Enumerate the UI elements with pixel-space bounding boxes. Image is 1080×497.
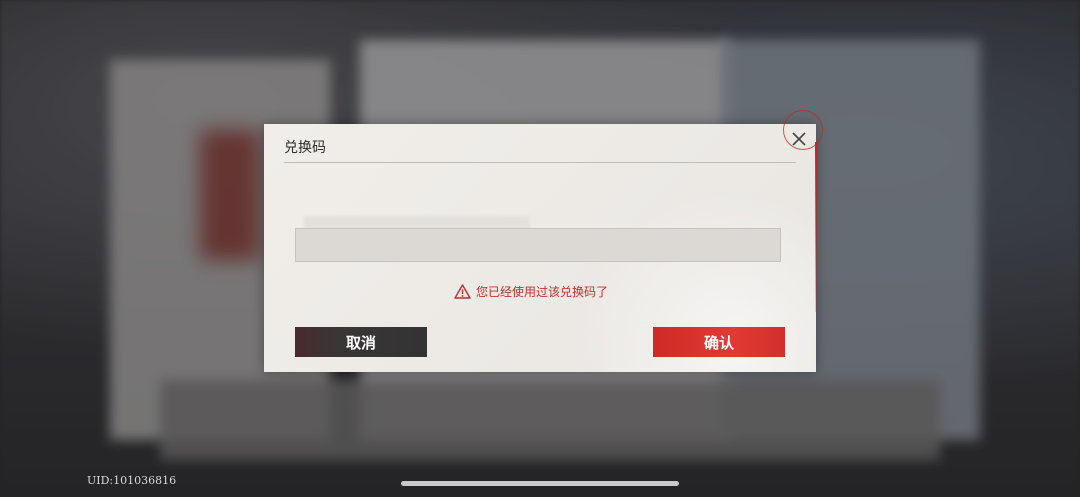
cancel-button-label: 取消 <box>345 333 376 352</box>
title-divider <box>284 162 796 163</box>
game-screen: 兑换码 您已经使用过该兑换码了 取消 确认 UID:101036816 <box>0 0 1080 497</box>
cancel-button[interactable]: 取消 <box>295 327 427 357</box>
close-button[interactable] <box>788 130 810 152</box>
confirm-button[interactable]: 确认 <box>653 327 785 357</box>
uid-label: UID:101036816 <box>87 474 177 487</box>
error-message: 您已经使用过该兑换码了 <box>454 282 608 300</box>
close-icon <box>791 131 807 151</box>
redeem-code-dialog: 兑换码 您已经使用过该兑换码了 取消 确认 <box>264 110 823 372</box>
warning-icon <box>454 283 471 299</box>
dialog-title: 兑换码 <box>284 140 326 156</box>
confirm-button-label: 确认 <box>703 333 734 352</box>
error-text: 您已经使用过该兑换码了 <box>476 284 609 299</box>
redeem-code-input[interactable] <box>295 228 781 262</box>
home-indicator[interactable] <box>401 481 679 486</box>
